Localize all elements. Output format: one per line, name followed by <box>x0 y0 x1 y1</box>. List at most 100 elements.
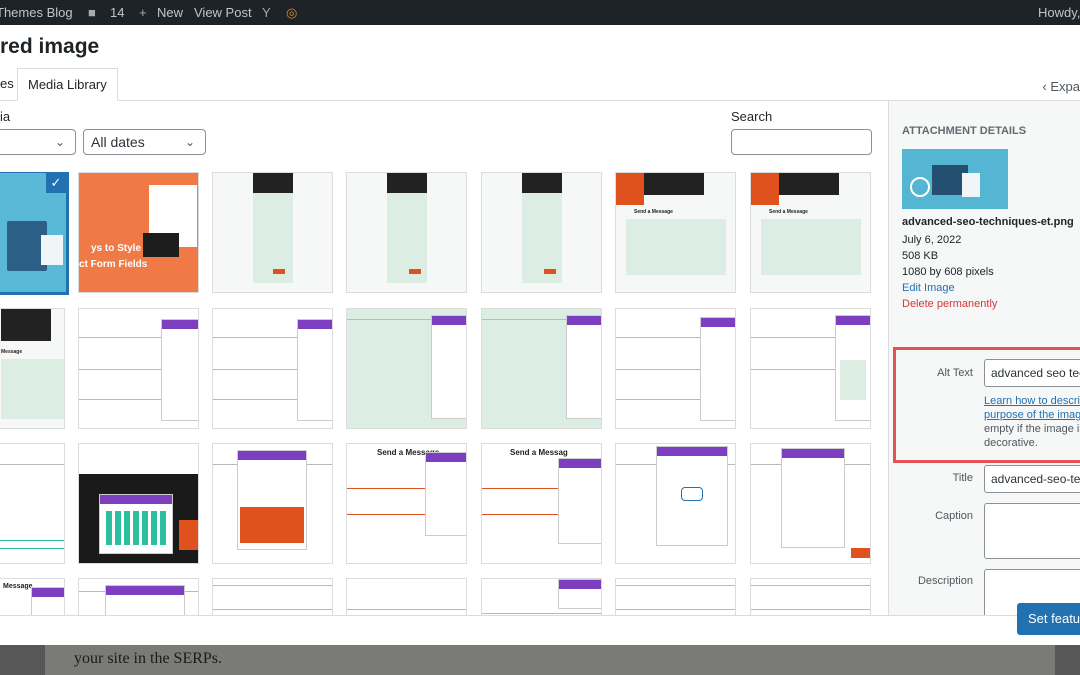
thumb-caption: Send a Message <box>634 209 673 215</box>
thumb-graphic <box>387 193 427 283</box>
checkmark-icon[interactable]: ✓ <box>46 173 66 193</box>
thumb-graphic <box>656 446 728 546</box>
thumb-graphic <box>558 579 601 609</box>
alt-text-help-text: decorative. <box>984 437 1038 449</box>
tab-upload-files[interactable]: es <box>0 68 14 101</box>
thumb-graphic <box>347 609 466 610</box>
thumb-caption: Send a Message <box>769 209 808 215</box>
thumb-caption: Message <box>3 583 33 590</box>
background-paragraph: your site in the SERPs. <box>74 650 223 667</box>
yoast-icon[interactable]: Y <box>262 5 271 20</box>
attachment-thumb[interactable] <box>481 172 602 293</box>
howdy-label[interactable]: Howdy, <box>1038 5 1080 20</box>
view-post-link[interactable]: View Post <box>194 5 252 20</box>
alt-text-help-link[interactable]: purpose of the image <box>984 408 1080 422</box>
thumb-graphic <box>432 316 466 325</box>
thumb-graphic <box>298 320 332 329</box>
attachment-thumb[interactable]: ✓ <box>0 172 69 295</box>
attachment-thumb[interactable] <box>481 578 602 615</box>
edit-image-link[interactable]: Edit Image <box>902 282 955 294</box>
attachment-details-sidebar: ATTACHMENT DETAILS advanced-seo-techniqu… <box>888 101 1080 629</box>
attachment-thumb[interactable] <box>212 308 333 429</box>
attachment-thumb[interactable] <box>78 443 199 564</box>
modal-title: red image <box>0 35 100 58</box>
new-link[interactable]: New <box>157 5 183 20</box>
attachment-thumb[interactable] <box>78 578 199 615</box>
media-modal: red image es Media Library ‹ Expa ia ⌄ A… <box>0 25 1080 645</box>
attachment-dimensions: 1080 by 608 pixels <box>902 266 994 278</box>
comment-icon[interactable]: ■ <box>88 5 96 20</box>
thumb-graphic <box>100 495 172 504</box>
thumb-graphic <box>779 173 839 195</box>
attachment-thumb[interactable] <box>212 578 333 615</box>
thumb-graphic <box>835 315 870 421</box>
page-background: your site in the SERPs. <box>0 645 1080 675</box>
alt-text-help-text: empty if the image is <box>984 423 1080 435</box>
thumb-graphic <box>701 318 735 327</box>
attachment-thumb[interactable]: Send a Message <box>615 172 736 293</box>
thumb-graphic <box>781 448 845 548</box>
alt-text-help-link[interactable]: Learn how to describ <box>984 394 1080 408</box>
thumb-graphic <box>482 613 601 614</box>
attachment-thumb[interactable] <box>346 578 467 615</box>
thumb-graphic <box>431 315 466 419</box>
attachment-details-heading: ATTACHMENT DETAILS <box>902 125 1027 137</box>
date-filter[interactable]: All dates ⌄ <box>83 129 206 155</box>
attachment-thumb[interactable] <box>212 172 333 293</box>
attachment-preview-image <box>902 149 1008 209</box>
tab-media-library[interactable]: Media Library <box>17 68 118 101</box>
attachment-thumb[interactable] <box>615 308 736 429</box>
comments-count[interactable]: 14 <box>110 5 124 20</box>
title-input[interactable]: advanced-seo-tec <box>984 465 1080 493</box>
thumb-graphic <box>559 580 601 589</box>
seo-score-icon[interactable]: ◎ <box>286 5 297 21</box>
caption-textarea[interactable] <box>984 503 1080 559</box>
modal-footer <box>0 615 1080 645</box>
attachment-thumb[interactable] <box>481 308 602 429</box>
thumb-graphic <box>161 319 198 421</box>
thumb-graphic <box>106 511 166 545</box>
delete-permanently-link[interactable]: Delete permanently <box>902 298 997 310</box>
chevron-down-icon: ⌄ <box>184 135 195 149</box>
expand-details-button[interactable]: ‹ Expa <box>1042 79 1080 94</box>
thumb-graphic <box>41 235 63 265</box>
attachment-thumb[interactable] <box>750 443 871 564</box>
attachment-thumb[interactable] <box>615 578 736 615</box>
attachment-date: July 6, 2022 <box>902 234 962 246</box>
thumb-graphic <box>840 360 866 400</box>
thumb-graphic <box>0 464 64 465</box>
thumb-graphic <box>751 609 870 610</box>
attachment-thumb[interactable]: Message <box>0 578 65 615</box>
attachment-thumb[interactable] <box>78 308 199 429</box>
thumb-graphic <box>213 609 332 610</box>
thumb-graphic <box>522 173 562 193</box>
attachment-thumb[interactable]: ys to Style ct Form Fields <box>78 172 199 293</box>
attachment-thumb[interactable] <box>212 443 333 564</box>
media-type-filter[interactable]: ⌄ <box>0 129 76 155</box>
description-label: Description <box>917 575 973 587</box>
thumb-graphic <box>162 320 198 329</box>
thumb-graphic <box>240 507 304 543</box>
thumb-graphic <box>106 586 184 595</box>
thumb-graphic <box>99 494 173 554</box>
thumb-graphic <box>105 585 185 615</box>
plus-icon[interactable]: + <box>139 5 147 20</box>
admin-bar-site-name[interactable]: Themes Blog <box>0 5 73 20</box>
search-input[interactable] <box>731 129 872 155</box>
attachment-thumb[interactable] <box>750 308 871 429</box>
date-filter-value: All dates <box>91 134 145 150</box>
attachment-thumb[interactable]: Message <box>0 308 65 429</box>
attachment-thumb[interactable]: Send a Message <box>346 443 467 564</box>
attachment-thumb[interactable] <box>750 578 871 615</box>
attachment-thumb[interactable]: Send a Messag <box>481 443 602 564</box>
attachment-thumb[interactable]: Send a Message <box>750 172 871 293</box>
set-featured-image-button[interactable]: Set featur <box>1017 603 1080 635</box>
attachment-thumb[interactable] <box>346 308 467 429</box>
attachment-thumb[interactable] <box>0 443 65 564</box>
thumb-graphic <box>851 548 870 558</box>
thumb-graphic <box>425 452 466 536</box>
attachment-thumb[interactable] <box>346 172 467 293</box>
alt-text-input[interactable]: advanced seo tec <box>984 359 1080 387</box>
thumb-graphic <box>213 585 332 586</box>
attachment-thumb[interactable] <box>615 443 736 564</box>
